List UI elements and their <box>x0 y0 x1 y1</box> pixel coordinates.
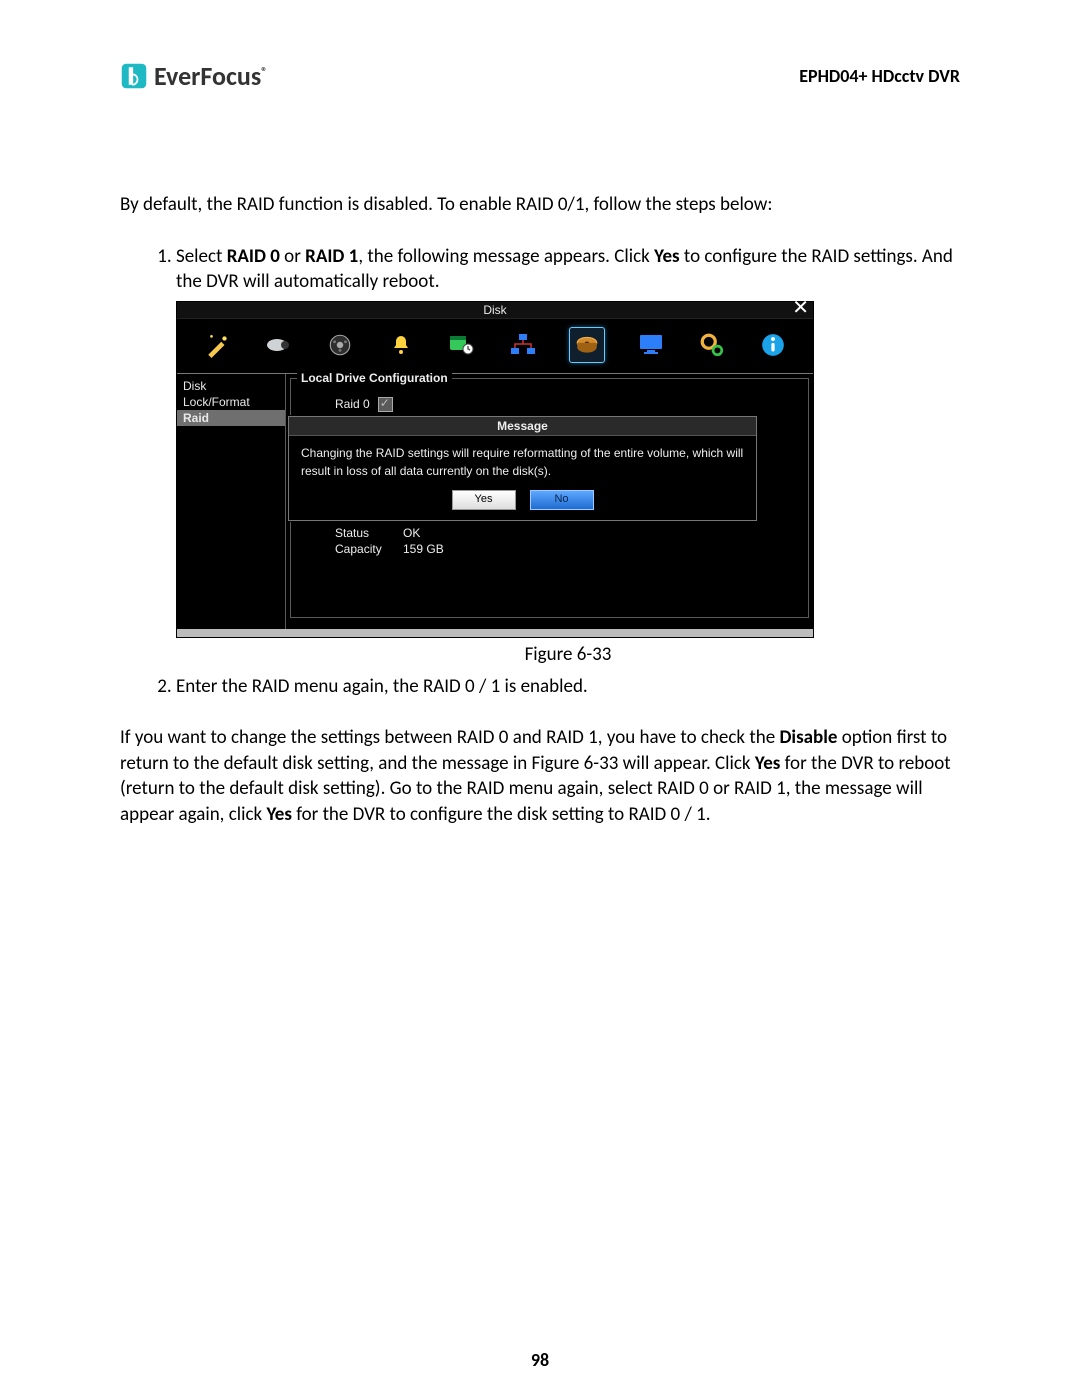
schedule-icon[interactable] <box>447 330 477 360</box>
no-button[interactable]: No <box>530 490 594 510</box>
product-name: EPHD04+ HDcctv DVR <box>799 65 960 87</box>
paragraph-change-settings: If you want to change the settings betwe… <box>120 725 960 828</box>
info-icon[interactable] <box>758 330 788 360</box>
disk-icon[interactable] <box>569 327 605 363</box>
message-title: Message <box>289 417 756 436</box>
step-2: Enter the RAID menu again, the RAID 0 / … <box>176 674 960 700</box>
wizard-icon[interactable] <box>203 330 233 360</box>
everfocus-logo-icon <box>120 62 148 90</box>
dvr-bottom-bar <box>177 629 813 637</box>
close-icon[interactable]: ✕ <box>788 300 813 316</box>
network-icon[interactable] <box>508 330 538 360</box>
fieldset-legend: Local Drive Configuration <box>297 371 452 385</box>
camera-icon[interactable] <box>264 330 294 360</box>
dvr-title-bar: Disk ✕ <box>177 302 813 319</box>
settings-gear-icon[interactable] <box>697 330 727 360</box>
display-icon[interactable] <box>636 330 666 360</box>
page-number: 98 <box>0 1349 1080 1371</box>
figure-caption: Figure 6-33 <box>176 642 960 668</box>
intro-text: By default, the RAID function is disable… <box>120 192 960 218</box>
status-label: Status <box>335 526 393 540</box>
dvr-sidebar: Disk Lock/Format Raid <box>177 374 285 629</box>
dvr-toolbar <box>177 319 813 374</box>
dvr-main-panel: Local Drive Configuration Raid 0 Status … <box>285 374 813 629</box>
step-1: Select RAID 0 or RAID 1, the following m… <box>176 244 960 668</box>
record-settings-icon[interactable] <box>325 330 355 360</box>
page-header: EverFocus® EPHD04+ HDcctv DVR <box>120 60 960 92</box>
alarm-bell-icon[interactable] <box>386 330 416 360</box>
dvr-title-label: Disk <box>483 303 506 317</box>
raid0-label: Raid 0 <box>335 397 370 411</box>
dvr-window: Disk ✕ <box>176 301 814 638</box>
status-value: OK <box>403 526 420 540</box>
sidebar-item-disk[interactable]: Disk <box>177 378 285 394</box>
raid0-checkbox[interactable] <box>378 397 393 412</box>
sidebar-item-lockformat[interactable]: Lock/Format <box>177 394 285 410</box>
capacity-label: Capacity <box>335 542 393 556</box>
message-body: Changing the RAID settings will require … <box>289 436 756 490</box>
yes-button[interactable]: Yes <box>452 490 516 510</box>
sidebar-item-raid[interactable]: Raid <box>177 410 285 426</box>
brand-logo: EverFocus® <box>120 60 267 92</box>
steps-list: Select RAID 0 or RAID 1, the following m… <box>120 244 960 700</box>
message-dialog: Message Changing the RAID settings will … <box>288 416 757 521</box>
brand-name: EverFocus® <box>154 60 267 92</box>
capacity-value: 159 GB <box>403 542 444 556</box>
